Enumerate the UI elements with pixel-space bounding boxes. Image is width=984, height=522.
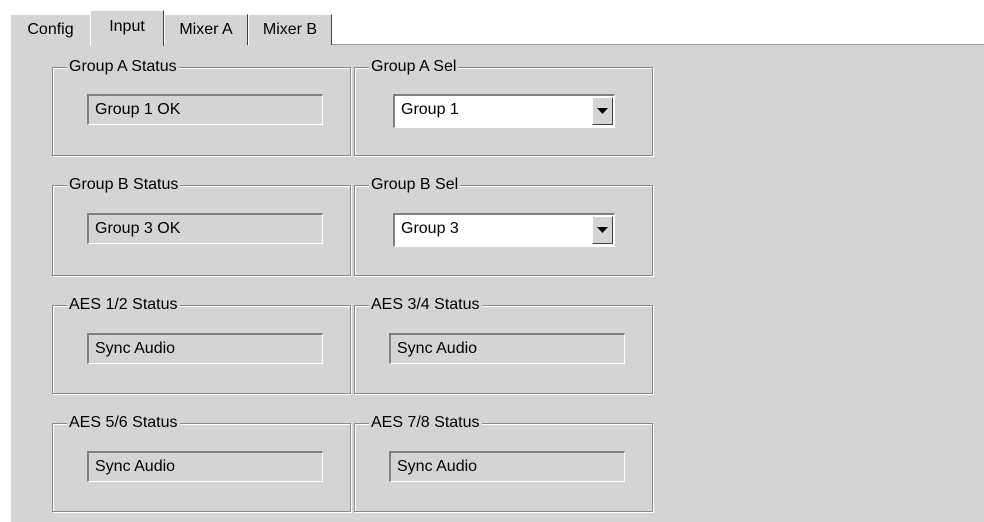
group-a-status-box: Group A Status Group 1 OK bbox=[52, 56, 351, 156]
aes-56-status-box: AES 5/6 Status Sync Audio bbox=[52, 412, 351, 512]
aes-34-status-box: AES 3/4 Status Sync Audio bbox=[354, 294, 653, 394]
group-b-sel-box: Group B Sel Group 3 bbox=[354, 174, 653, 276]
aes-12-status-label: AES 1/2 Status bbox=[67, 294, 180, 316]
aes-12-status-field: Sync Audio bbox=[87, 333, 323, 364]
group-b-status-label: Group B Status bbox=[67, 174, 181, 196]
group-b-status-box: Group B Status Group 3 OK bbox=[52, 174, 351, 276]
group-a-select-value: Group 1 bbox=[401, 101, 459, 118]
aes-78-status-box: AES 7/8 Status Sync Audio bbox=[354, 412, 653, 512]
group-b-select[interactable]: Group 3 bbox=[393, 213, 615, 247]
group-a-status-field: Group 1 OK bbox=[87, 94, 323, 125]
group-b-status-field: Group 3 OK bbox=[87, 213, 323, 244]
chevron-down-icon bbox=[597, 227, 608, 233]
group-a-sel-box: Group A Sel Group 1 bbox=[354, 56, 653, 156]
group-b-dropdown-button[interactable] bbox=[592, 216, 613, 244]
group-a-sel-label: Group A Sel bbox=[369, 56, 459, 78]
input-settings-window: Group A Status Group 1 OK Group A Sel Gr… bbox=[0, 0, 984, 522]
tab-config[interactable]: Config bbox=[10, 14, 91, 45]
group-b-sel-label: Group B Sel bbox=[369, 174, 461, 196]
aes-12-status-box: AES 1/2 Status Sync Audio bbox=[52, 294, 351, 394]
tab-mixer-a[interactable]: Mixer A bbox=[164, 14, 248, 45]
group-a-dropdown-button[interactable] bbox=[592, 97, 613, 125]
group-b-select-value: Group 3 bbox=[401, 220, 459, 237]
aes-34-status-label: AES 3/4 Status bbox=[369, 294, 482, 316]
tab-panel: Group A Status Group 1 OK Group A Sel Gr… bbox=[10, 44, 984, 522]
tab-input[interactable]: Input bbox=[90, 10, 164, 46]
tab-mixer-b[interactable]: Mixer B bbox=[248, 14, 332, 45]
aes-78-status-label: AES 7/8 Status bbox=[369, 412, 482, 434]
aes-56-status-field: Sync Audio bbox=[87, 451, 323, 482]
aes-78-status-field: Sync Audio bbox=[389, 451, 625, 482]
tab-strip: Config Input Mixer A Mixer B bbox=[0, 0, 984, 46]
aes-34-status-field: Sync Audio bbox=[389, 333, 625, 364]
group-a-select[interactable]: Group 1 bbox=[393, 94, 615, 128]
aes-56-status-label: AES 5/6 Status bbox=[67, 412, 180, 434]
chevron-down-icon bbox=[597, 108, 608, 114]
group-a-status-label: Group A Status bbox=[67, 56, 179, 78]
